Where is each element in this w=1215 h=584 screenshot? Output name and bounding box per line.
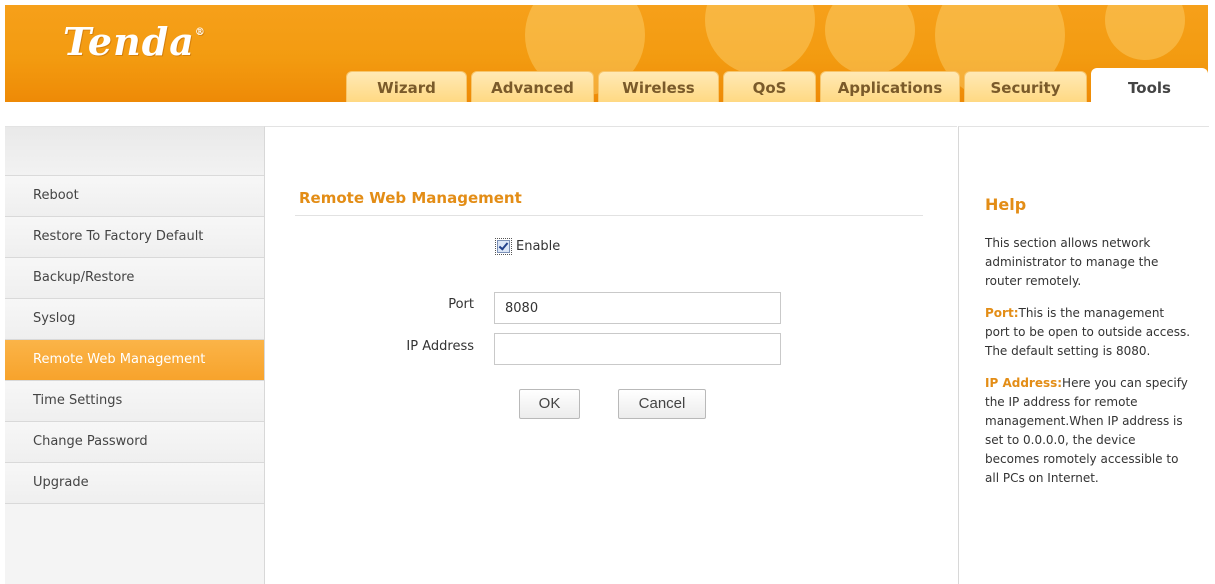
sidebar-item-reboot[interactable]: Reboot <box>5 176 264 217</box>
help-ip-text: Here you can specify the IP address for … <box>985 376 1188 485</box>
port-label: Port <box>448 297 474 312</box>
tab-applications[interactable]: Applications <box>820 71 960 102</box>
tenda-logo: Tenda® <box>63 19 206 64</box>
registered-mark: ® <box>194 27 206 38</box>
cancel-button[interactable]: Cancel <box>618 389 706 419</box>
help-port-paragraph: Port:This is the management port to be o… <box>985 304 1190 361</box>
sidebar-item-backup-restore[interactable]: Backup/Restore <box>5 258 264 299</box>
main-content: Remote Web Management Enable Port IP Add… <box>265 126 957 584</box>
enable-row: Enable <box>495 238 561 255</box>
logo-text: Tenda <box>63 19 195 64</box>
tab-security[interactable]: Security <box>964 71 1087 102</box>
decorative-bubble <box>825 5 915 75</box>
ok-button[interactable]: OK <box>519 389 580 419</box>
left-navigation: Reboot Restore To Factory Default Backup… <box>5 126 265 584</box>
sidebar-item-restore-factory-default[interactable]: Restore To Factory Default <box>5 217 264 258</box>
help-ip-key: IP Address: <box>985 376 1063 390</box>
help-body: This section allows network administrato… <box>985 234 1190 501</box>
section-title: Remote Web Management <box>299 189 522 207</box>
decorative-bubble <box>1105 5 1185 60</box>
help-port-key: Port: <box>985 306 1019 320</box>
sidebar-item-syslog[interactable]: Syslog <box>5 299 264 340</box>
title-divider <box>295 215 923 216</box>
tab-qos[interactable]: QoS <box>723 71 816 102</box>
tab-tools[interactable]: Tools <box>1091 68 1208 102</box>
ip-address-input[interactable] <box>494 333 781 365</box>
enable-label: Enable <box>516 239 561 254</box>
help-panel: Help This section allows network adminis… <box>958 126 1209 584</box>
sidebar-item-remote-web-management[interactable]: Remote Web Management <box>5 340 264 381</box>
help-intro: This section allows network administrato… <box>985 236 1159 288</box>
sidebar-item-time-settings[interactable]: Time Settings <box>5 381 264 422</box>
help-ip-paragraph: IP Address:Here you can specify the IP a… <box>985 374 1190 488</box>
tab-wireless[interactable]: Wireless <box>598 71 719 102</box>
help-title: Help <box>985 195 1027 214</box>
sidebar-item-upgrade[interactable]: Upgrade <box>5 463 264 504</box>
ip-address-label: IP Address <box>406 339 474 354</box>
sidebar-item-change-password[interactable]: Change Password <box>5 422 264 463</box>
tab-advanced[interactable]: Advanced <box>471 71 594 102</box>
port-input[interactable] <box>494 292 781 324</box>
enable-checkbox[interactable] <box>495 238 512 255</box>
nav-top-spacer <box>5 127 264 176</box>
tab-wizard[interactable]: Wizard <box>346 71 467 102</box>
decorative-bubble <box>705 5 815 75</box>
header-banner: Tenda® Wizard Advanced Wireless QoS Appl… <box>5 5 1208 102</box>
